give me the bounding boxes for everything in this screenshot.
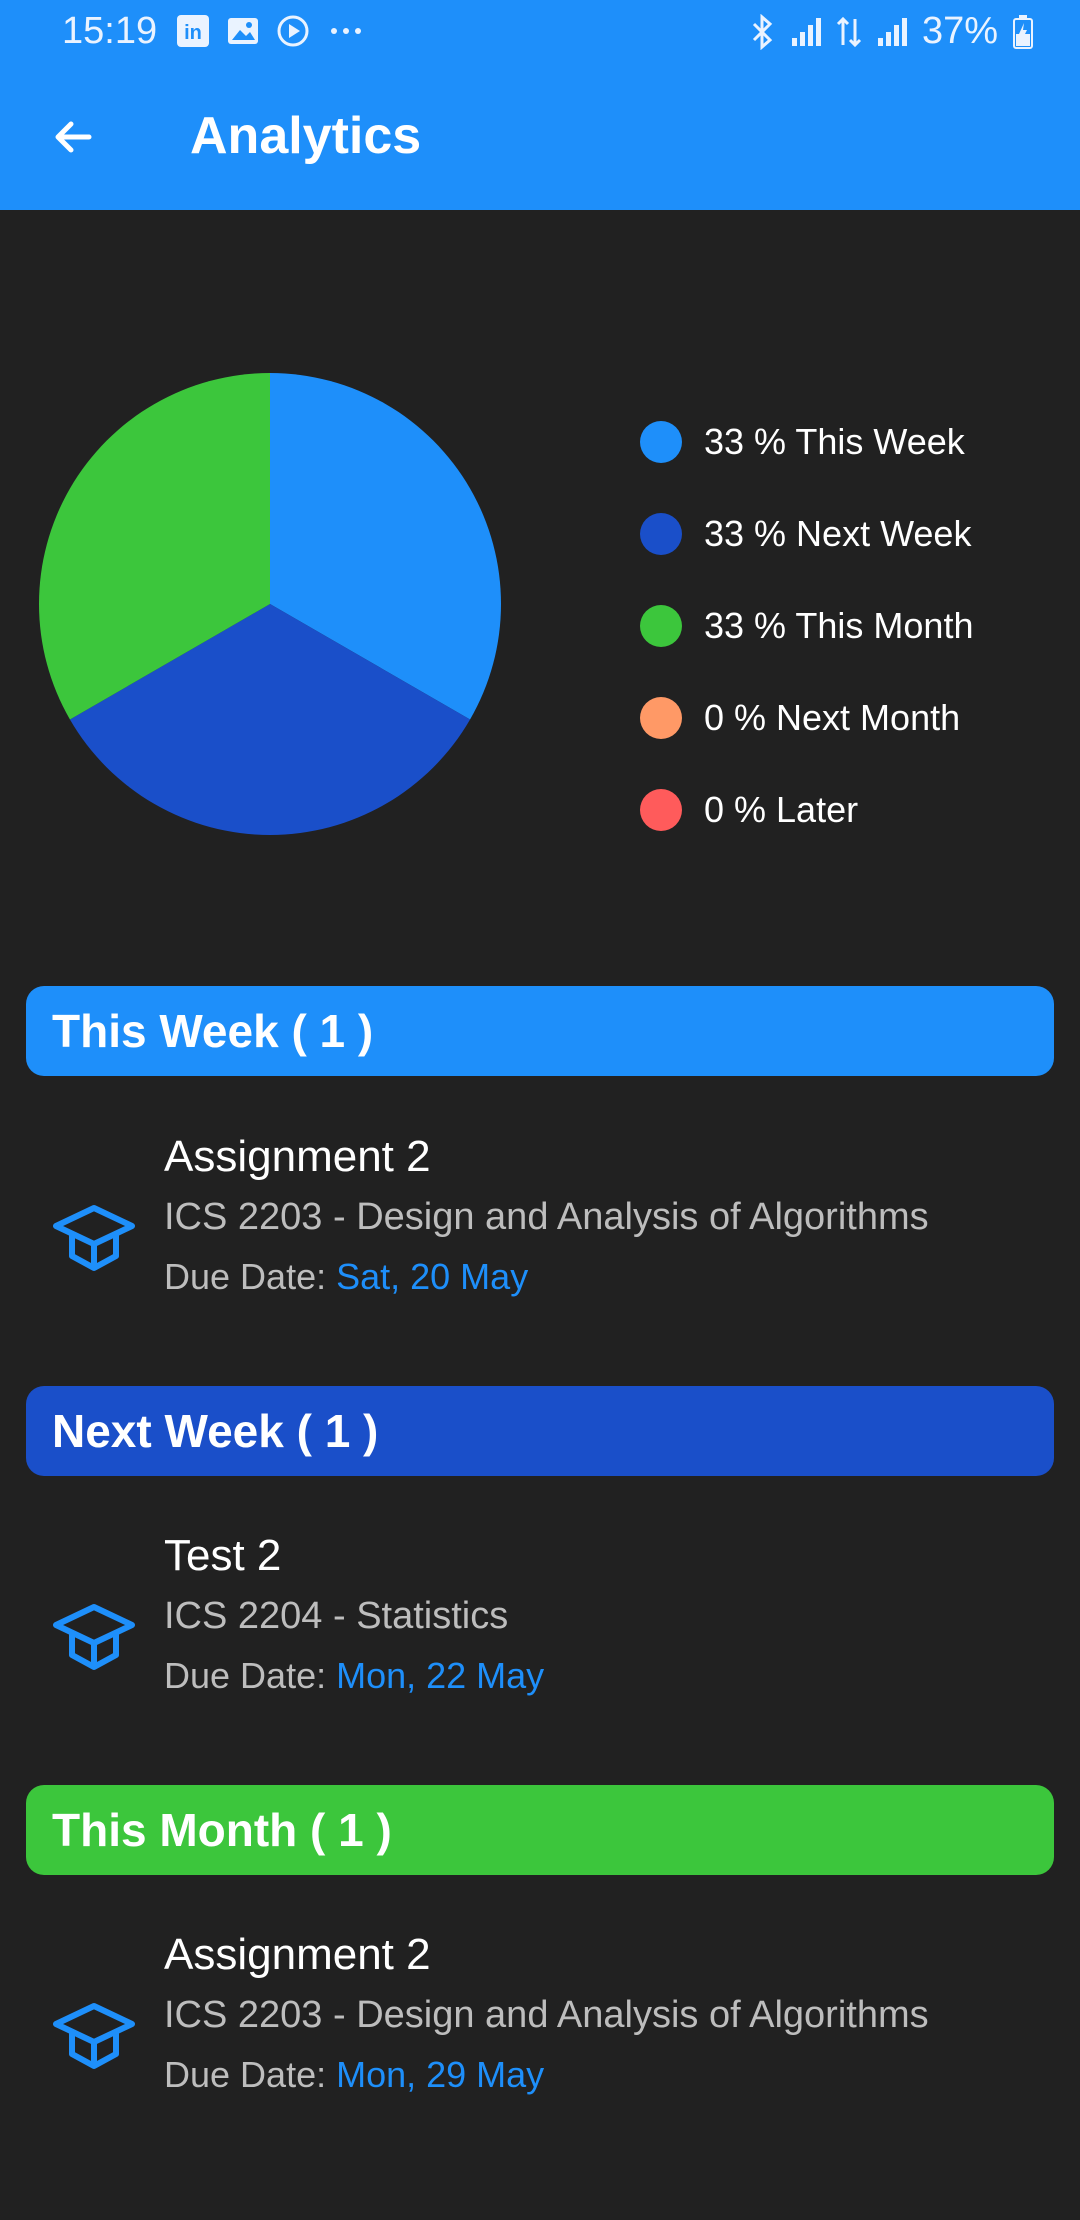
svg-text:in: in [184, 22, 202, 44]
legend-label: 33 % This Month [704, 605, 974, 646]
due-label: Due Date: [164, 1655, 337, 1696]
app-bar: Analytics [0, 64, 1080, 210]
legend-item-this-week: 33 % This Week [640, 396, 973, 488]
due-label: Due Date: [164, 2054, 337, 2095]
analytics-chart: 33 % This Week 33 % Next Week 33 % This … [0, 210, 1080, 950]
legend-dot [640, 605, 682, 647]
notification-icons: in [176, 14, 366, 48]
legend-item-next-week: 33 % Next Week [640, 488, 973, 580]
status-time: 15:19 [62, 10, 158, 52]
legend-dot [640, 421, 682, 463]
page-title: Analytics [190, 107, 422, 165]
more-icon [326, 14, 366, 48]
task-due-date: Due Date: Mon, 22 May [164, 1655, 544, 1697]
back-button[interactable] [40, 104, 106, 170]
graduation-cap-icon [53, 1604, 135, 1670]
legend-label: 0 % Later [704, 789, 859, 830]
task-item[interactable]: Assignment 2 ICS 2203 - Design and Analy… [0, 1114, 1080, 1314]
section-header-this-month: This Month ( 1 ) [26, 1785, 1054, 1875]
linkedin-icon: in [176, 14, 210, 48]
task-due-date: Due Date: Sat, 20 May [164, 1256, 528, 1298]
play-icon [276, 14, 310, 48]
task-course: ICS 2203 - Design and Analysis of Algori… [164, 1994, 929, 2036]
task-title: Test 2 [164, 1531, 282, 1580]
chart-legend: 33 % This Week 33 % Next Week 33 % This … [640, 396, 973, 856]
bluetooth-icon [748, 13, 776, 50]
legend-dot [640, 697, 682, 739]
due-date-value: Mon, 22 May [336, 1655, 545, 1696]
signal-icon [790, 16, 822, 48]
legend-dot [640, 513, 682, 555]
graduation-cap-icon [53, 1205, 135, 1271]
task-item[interactable]: Test 2 ICS 2204 - Statistics Due Date: M… [0, 1513, 1080, 1713]
section-header-this-week: This Week ( 1 ) [26, 986, 1054, 1076]
arrow-left-icon [55, 121, 92, 153]
legend-item-this-month: 33 % This Month [640, 580, 973, 672]
signal-icon [876, 16, 908, 48]
section-header-next-week: Next Week ( 1 ) [26, 1386, 1054, 1476]
status-bar: 15:19 in 37% [0, 0, 1080, 64]
task-item[interactable]: Assignment 2 ICS 2203 - Design and Analy… [0, 1912, 1080, 2112]
legend-item-next-month: 0 % Next Month [640, 672, 973, 764]
legend-label: 33 % Next Week [704, 513, 972, 554]
data-icon [836, 15, 862, 49]
pie-chart [39, 373, 501, 835]
graduation-cap-icon [53, 2003, 135, 2069]
task-title: Assignment 2 [164, 1930, 431, 1979]
due-date-value: Sat, 20 May [336, 1256, 529, 1297]
task-due-date: Due Date: Mon, 29 May [164, 2054, 544, 2096]
due-date-value: Mon, 29 May [336, 2054, 545, 2095]
legend-item-later: 0 % Later [640, 764, 973, 856]
image-icon [226, 14, 260, 48]
battery-percent: 37% [921, 10, 998, 52]
task-title: Assignment 2 [164, 1132, 431, 1181]
legend-dot [640, 789, 682, 831]
task-course: ICS 2203 - Design and Analysis of Algori… [164, 1196, 929, 1238]
due-label: Due Date: [164, 1256, 337, 1297]
legend-label: 0 % Next Month [704, 697, 961, 738]
legend-label: 33 % This Week [704, 421, 965, 462]
battery-icon [1012, 14, 1034, 50]
system-icons: 37% [748, 10, 1034, 53]
task-course: ICS 2204 - Statistics [164, 1595, 509, 1637]
